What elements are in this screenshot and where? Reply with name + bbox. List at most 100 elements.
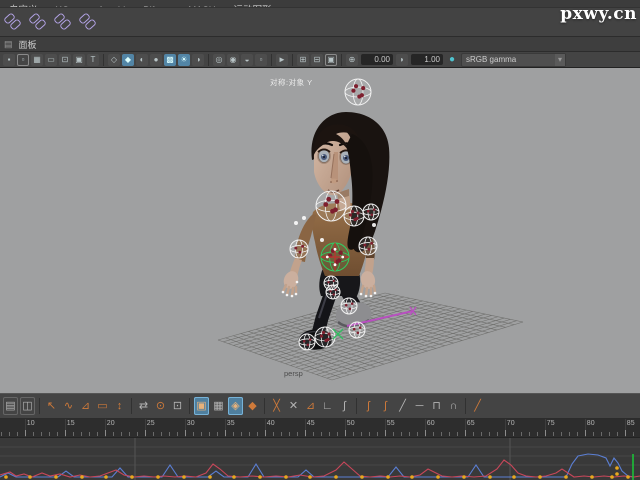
film-gate-icon[interactable]: ▭ bbox=[45, 54, 57, 66]
layer-paste-icon[interactable]: ⊟ bbox=[311, 54, 323, 66]
rig-control-icon[interactable] bbox=[345, 79, 371, 105]
clamped-tangent-icon[interactable]: ∫ bbox=[378, 397, 393, 415]
frame-tick bbox=[25, 430, 26, 436]
step-tangent-icon[interactable]: ⊓ bbox=[429, 397, 444, 415]
frame-tick bbox=[257, 432, 258, 436]
half-shade-mode-icon[interactable]: ◐ bbox=[136, 54, 148, 66]
rig-control-icon[interactable] bbox=[299, 334, 315, 350]
grid-toggle-icon[interactable]: ▦ bbox=[31, 54, 43, 66]
insert-key-icon[interactable]: ∿ bbox=[61, 397, 76, 415]
separator bbox=[189, 398, 190, 414]
exposure-icon[interactable]: ⊕ bbox=[346, 54, 358, 66]
snap-camera-icon[interactable]: ▣ bbox=[194, 397, 209, 415]
center-current-time-icon[interactable]: ⊡ bbox=[170, 397, 185, 415]
dropdown-arrow-icon[interactable]: ▾ bbox=[555, 54, 565, 66]
retime-tool-icon[interactable]: ↕ bbox=[112, 397, 127, 415]
animation-curves-canvas[interactable] bbox=[0, 438, 640, 480]
frame-tick bbox=[137, 432, 138, 436]
view-transform-dropdown[interactable]: sRGB gamma▾ bbox=[461, 53, 566, 67]
frame-tick bbox=[57, 432, 58, 436]
lock-tangent-weight-icon[interactable]: ∟ bbox=[320, 397, 335, 415]
motion-blur-toggle-icon[interactable]: ▫ bbox=[255, 54, 267, 66]
rig-control-icon[interactable] bbox=[320, 238, 324, 242]
gate-mask-icon[interactable]: ▣ bbox=[73, 54, 85, 66]
plateau-tangent-icon[interactable]: ∩ bbox=[446, 397, 461, 415]
gamma-value-field[interactable]: 1.00 bbox=[411, 54, 443, 65]
camera-select-icon[interactable]: ▫ bbox=[17, 54, 29, 66]
lattice-deform-key-icon[interactable]: ⊿ bbox=[78, 397, 93, 415]
stacked-view-icon[interactable]: ▤ bbox=[3, 397, 18, 415]
aim-constraint-icon[interactable] bbox=[53, 10, 73, 34]
select-highlight-icon[interactable]: ► bbox=[276, 54, 288, 66]
rig-control-icon[interactable] bbox=[359, 237, 377, 255]
frame-tick bbox=[249, 432, 250, 436]
shadows-toggle-icon[interactable]: ◑ bbox=[192, 54, 204, 66]
xray-mode-icon[interactable]: ◎ bbox=[213, 54, 225, 66]
curve-area[interactable] bbox=[0, 438, 640, 480]
parent-constraint-icon[interactable] bbox=[3, 10, 23, 34]
break-tangents-icon[interactable]: ╳ bbox=[269, 397, 284, 415]
downsample-keys-icon[interactable]: ╱ bbox=[470, 397, 485, 415]
rig-control-icon[interactable] bbox=[344, 206, 364, 226]
free-tangent-weight-icon[interactable]: ⊿ bbox=[303, 397, 318, 415]
frame-tick bbox=[393, 432, 394, 436]
resolution-gate-icon[interactable]: ⊡ bbox=[59, 54, 71, 66]
auto-tangent-icon[interactable]: ∫ bbox=[337, 397, 352, 415]
gamma-icon[interactable]: ◗ bbox=[396, 54, 408, 66]
unify-tangents-icon[interactable]: ✕ bbox=[286, 397, 301, 415]
rig-control-icon[interactable] bbox=[326, 285, 340, 299]
frame-tick bbox=[585, 430, 586, 436]
pelvis-control-icon[interactable] bbox=[321, 243, 349, 271]
layer-copy-icon[interactable]: ⊞ bbox=[297, 54, 309, 66]
wireframe-mode-icon[interactable]: ◇ bbox=[108, 54, 120, 66]
graph-editor-toolbar: ▤◫↖∿⊿▭↕⇄⊙⊡▣▦◈◆╳✕⊿∟∫ʃ∫╱─⊓∩╱ bbox=[0, 393, 640, 419]
absolute-view-icon[interactable]: ◫ bbox=[20, 397, 35, 415]
scene-canvas[interactable] bbox=[0, 68, 640, 393]
xray-joints-icon[interactable]: ◉ bbox=[227, 54, 239, 66]
camera-lock-icon[interactable]: ▪ bbox=[3, 54, 15, 66]
frame-tick bbox=[217, 432, 218, 436]
separator bbox=[39, 398, 40, 414]
spline-tangent-icon[interactable]: ʃ bbox=[361, 397, 376, 415]
time-snap-icon[interactable]: ◈ bbox=[228, 397, 243, 415]
frame-all-icon[interactable]: ⇄ bbox=[136, 397, 151, 415]
textured-mode-icon[interactable]: ● bbox=[150, 54, 162, 66]
time-ruler[interactable]: 10152025303540455055606570758085 bbox=[0, 419, 640, 438]
perspective-viewport[interactable]: 对称:对象 Y persp bbox=[0, 68, 640, 393]
flat-tangent-icon[interactable]: ─ bbox=[412, 397, 427, 415]
rig-control-icon[interactable] bbox=[363, 204, 379, 220]
frame-tick bbox=[553, 432, 554, 436]
wireframe-on-shaded-icon[interactable]: ▩ bbox=[164, 54, 176, 66]
rig-control-icon[interactable] bbox=[294, 221, 298, 225]
panels-menu-item[interactable]: 面板 bbox=[19, 38, 37, 51]
point-constraint-icon[interactable] bbox=[28, 10, 48, 34]
pole-vector-constraint-icon[interactable] bbox=[78, 10, 98, 34]
rig-control-icon[interactable] bbox=[315, 327, 335, 347]
frame-tick bbox=[65, 430, 66, 436]
shaded-mode-icon[interactable]: ◆ bbox=[122, 54, 134, 66]
linear-tangent-icon[interactable]: ╱ bbox=[395, 397, 410, 415]
field-chart-icon[interactable]: T bbox=[87, 54, 99, 66]
rig-control-icon[interactable] bbox=[316, 191, 346, 221]
maya-window: pxwy.cn 自定义XGenArnoldBifrostMASH运动图形 ▤ 面… bbox=[0, 0, 640, 480]
panels-menu-icon[interactable]: ▤ bbox=[4, 39, 13, 50]
rig-control-icon[interactable] bbox=[341, 298, 357, 314]
isolate-select-icon[interactable]: ▣ bbox=[325, 54, 337, 66]
rig-control-icon[interactable] bbox=[372, 223, 376, 227]
occlusion-toggle-icon[interactable]: ◒ bbox=[241, 54, 253, 66]
buffer-curve-snapshot-icon[interactable]: ▦ bbox=[211, 397, 226, 415]
move-nearest-key-icon[interactable]: ↖ bbox=[44, 397, 59, 415]
lighting-toggle-icon[interactable]: ☀ bbox=[178, 54, 190, 66]
frame-playback-range-icon[interactable]: ⊙ bbox=[153, 397, 168, 415]
value-snap-icon[interactable]: ◆ bbox=[245, 397, 260, 415]
rig-control-icon[interactable] bbox=[349, 322, 365, 338]
frame-number: 20 bbox=[107, 420, 115, 427]
frame-tick bbox=[233, 432, 234, 436]
exposure-value-field[interactable]: 0.00 bbox=[361, 54, 393, 65]
frame-number: 55 bbox=[387, 420, 395, 427]
region-key-tool-icon[interactable]: ▭ bbox=[95, 397, 110, 415]
rig-control-icon[interactable] bbox=[290, 240, 308, 258]
separator bbox=[465, 398, 466, 414]
rig-control-icon[interactable] bbox=[302, 216, 306, 220]
color-management-icon[interactable]: ● bbox=[446, 54, 458, 66]
